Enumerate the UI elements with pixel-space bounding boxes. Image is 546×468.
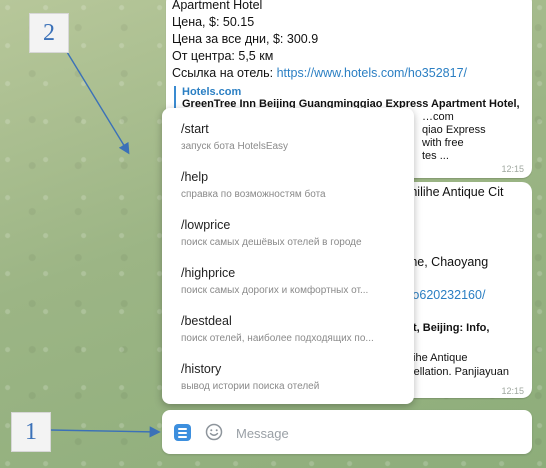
- annotation-arrows: [49, 51, 161, 438]
- annotation-marker-1: 1: [11, 412, 51, 452]
- annotation-marker-2: 2: [29, 13, 69, 53]
- annotation-arrow-2: [66, 51, 130, 155]
- annotation-arrow-1: [49, 426, 161, 438]
